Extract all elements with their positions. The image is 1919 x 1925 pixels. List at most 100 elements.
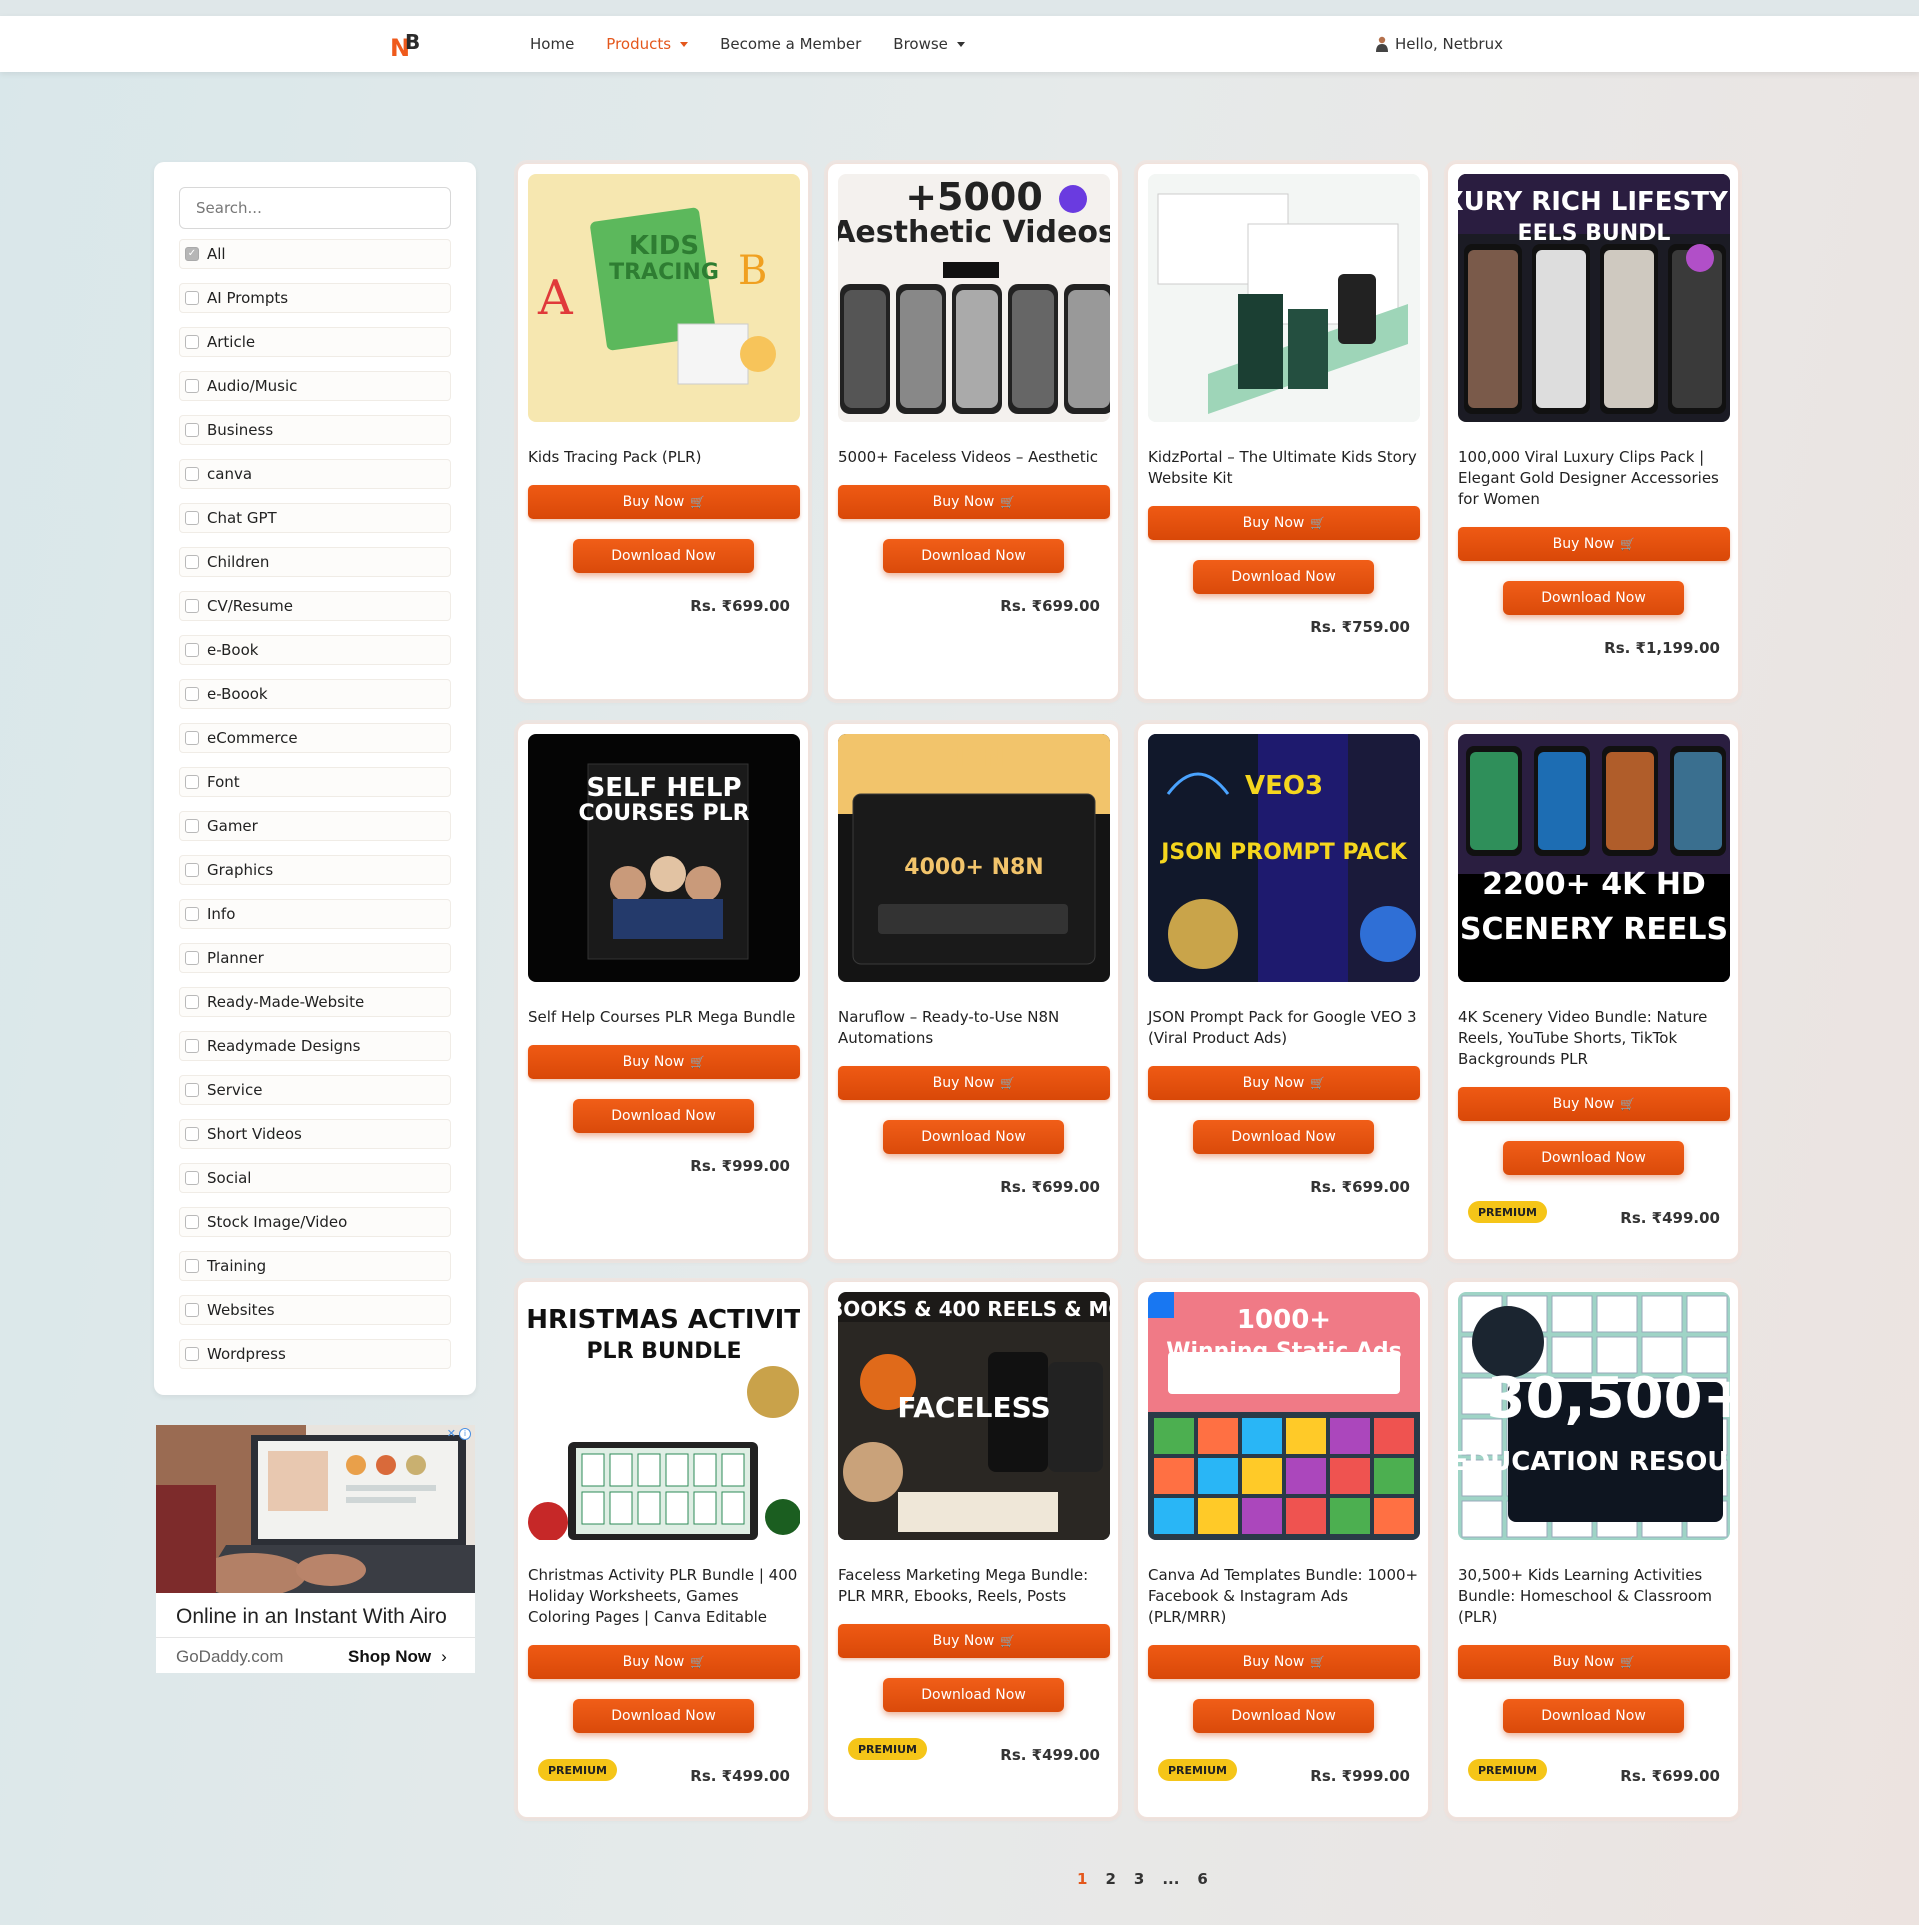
category-filter-article[interactable]: Article [179,327,451,357]
nav-item-home[interactable]: Home [530,35,574,53]
category-filter-short-videos[interactable]: Short Videos [179,1119,451,1149]
category-filter-planner[interactable]: Planner [179,943,451,973]
product-thumbnail[interactable]: 1000+ Winning Static Ads [1148,1292,1420,1540]
product-thumbnail[interactable]: CHRISTMAS ACTIVITY PLR BUNDLE [528,1292,800,1540]
product-thumbnail[interactable]: N8N 4000+ N8N [838,734,1110,982]
product-title[interactable]: 100,000 Viral Luxury Clips Pack | Elegan… [1458,447,1733,510]
category-checkbox[interactable] [185,599,199,613]
product-thumbnail[interactable] [1148,174,1420,422]
site-logo[interactable]: N B [390,30,426,62]
product-thumbnail[interactable]: SELF HELP COURSES PLR [528,734,800,982]
product-thumbnail[interactable]: 30,500+ EDUCATION RESOURCE [1458,1292,1730,1540]
category-checkbox[interactable] [185,247,199,261]
download-now-button[interactable]: Download Now [1503,1141,1684,1175]
download-now-button[interactable]: Download Now [1193,560,1374,594]
product-title[interactable]: 30,500+ Kids Learning Activities Bundle:… [1458,1565,1733,1628]
category-checkbox[interactable] [185,1171,199,1185]
download-now-button[interactable]: Download Now [1503,1699,1684,1733]
category-filter-training[interactable]: Training [179,1251,451,1281]
product-thumbnail[interactable]: 2200+ 4K HD SCENERY REELS [1458,734,1730,982]
buy-now-button[interactable]: Buy Now 🛒 [1458,1645,1730,1679]
category-filter-readymade-designs[interactable]: Readymade Designs [179,1031,451,1061]
download-now-button[interactable]: Download Now [1193,1699,1374,1733]
sponsored-ad[interactable]: ✕ i Online in an Instant With Airo GoDad… [156,1425,475,1673]
category-filter-graphics[interactable]: Graphics [179,855,451,885]
product-title[interactable]: Canva Ad Templates Bundle: 1000+ Faceboo… [1148,1565,1423,1628]
buy-now-button[interactable]: Buy Now 🛒 [838,1066,1110,1100]
buy-now-button[interactable]: Buy Now 🛒 [1148,1645,1420,1679]
buy-now-button[interactable]: Buy Now 🛒 [1148,1066,1420,1100]
ad-image[interactable]: ✕ i [156,1425,475,1593]
category-checkbox[interactable] [185,643,199,657]
category-checkbox[interactable] [185,995,199,1009]
download-now-button[interactable]: Download Now [573,539,754,573]
category-filter-e-book[interactable]: e-Book [179,635,451,665]
ad-shop-now-button[interactable]: Shop Now › [348,1647,447,1667]
pagination-page-3[interactable]: 3 [1134,1870,1144,1888]
category-filter-audio-music[interactable]: Audio/Music [179,371,451,401]
product-title[interactable]: 5000+ Faceless Videos – Aesthetic [838,447,1113,468]
pagination-page-1[interactable]: 1 [1077,1870,1087,1888]
category-checkbox[interactable] [185,775,199,789]
nav-item-browse[interactable]: Browse [893,35,965,53]
category-checkbox[interactable] [185,863,199,877]
product-thumbnail[interactable]: A B KIDS TRACING [528,174,800,422]
category-checkbox[interactable] [185,1259,199,1273]
category-checkbox[interactable] [185,687,199,701]
category-filter-ecommerce[interactable]: eCommerce [179,723,451,753]
category-checkbox[interactable] [185,819,199,833]
download-now-button[interactable]: Download Now [573,1699,754,1733]
product-title[interactable]: Self Help Courses PLR Mega Bundle [528,1007,803,1028]
category-checkbox[interactable] [185,1039,199,1053]
category-filter-wordpress[interactable]: Wordpress [179,1339,451,1369]
product-thumbnail[interactable]: VEO3 JSON PROMPT PACK [1148,734,1420,982]
ad-info-icon[interactable]: i [459,1428,471,1440]
category-checkbox[interactable] [185,1083,199,1097]
category-filter-ready-made-website[interactable]: Ready-Made-Website [179,987,451,1017]
category-checkbox[interactable] [185,555,199,569]
category-filter-all[interactable]: All [179,239,451,269]
download-now-button[interactable]: Download Now [1193,1120,1374,1154]
category-filter-e-boook[interactable]: e-Boook [179,679,451,709]
buy-now-button[interactable]: Buy Now 🛒 [1458,1087,1730,1121]
category-checkbox[interactable] [185,1215,199,1229]
download-now-button[interactable]: Download Now [573,1099,754,1133]
category-filter-websites[interactable]: Websites [179,1295,451,1325]
product-title[interactable]: JSON Prompt Pack for Google VEO 3 (Viral… [1148,1007,1423,1049]
buy-now-button[interactable]: Buy Now 🛒 [528,485,800,519]
category-checkbox[interactable] [185,335,199,349]
category-filter-business[interactable]: Business [179,415,451,445]
download-now-button[interactable]: Download Now [883,539,1064,573]
ad-headline[interactable]: Online in an Instant With Airo [176,1605,447,1629]
category-checkbox[interactable] [185,1303,199,1317]
download-now-button[interactable]: Download Now [883,1120,1064,1154]
buy-now-button[interactable]: Buy Now 🛒 [1458,527,1730,561]
buy-now-button[interactable]: Buy Now 🛒 [838,1624,1110,1658]
category-checkbox[interactable] [185,907,199,921]
category-checkbox[interactable] [185,423,199,437]
download-now-button[interactable]: Download Now [883,1678,1064,1712]
download-now-button[interactable]: Download Now [1503,581,1684,615]
nav-item-become-a-member[interactable]: Become a Member [720,35,861,53]
search-input[interactable] [179,187,451,229]
category-checkbox[interactable] [185,467,199,481]
user-menu[interactable]: Hello, Netbrux [1375,16,1503,72]
category-filter-font[interactable]: Font [179,767,451,797]
category-filter-info[interactable]: Info [179,899,451,929]
pagination-page-6[interactable]: 6 [1197,1870,1207,1888]
product-thumbnail[interactable]: +5000 Aesthetic Videos [838,174,1110,422]
product-title[interactable]: Faceless Marketing Mega Bundle: PLR MRR,… [838,1565,1113,1607]
category-filter-canva[interactable]: canva [179,459,451,489]
category-checkbox[interactable] [185,1127,199,1141]
product-title[interactable]: KidzPortal – The Ultimate Kids Story Web… [1148,447,1423,489]
product-title[interactable]: Christmas Activity PLR Bundle | 400 Holi… [528,1565,803,1628]
category-checkbox[interactable] [185,511,199,525]
category-checkbox[interactable] [185,291,199,305]
product-thumbnail[interactable]: 8 EBOOKS & 400 REELS & MORE FACELESS [838,1292,1110,1540]
buy-now-button[interactable]: Buy Now 🛒 [1148,506,1420,540]
product-title[interactable]: 4K Scenery Video Bundle: Nature Reels, Y… [1458,1007,1733,1070]
buy-now-button[interactable]: Buy Now 🛒 [528,1645,800,1679]
product-title[interactable]: Kids Tracing Pack (PLR) [528,447,803,468]
category-checkbox[interactable] [185,1347,199,1361]
category-filter-chat-gpt[interactable]: Chat GPT [179,503,451,533]
